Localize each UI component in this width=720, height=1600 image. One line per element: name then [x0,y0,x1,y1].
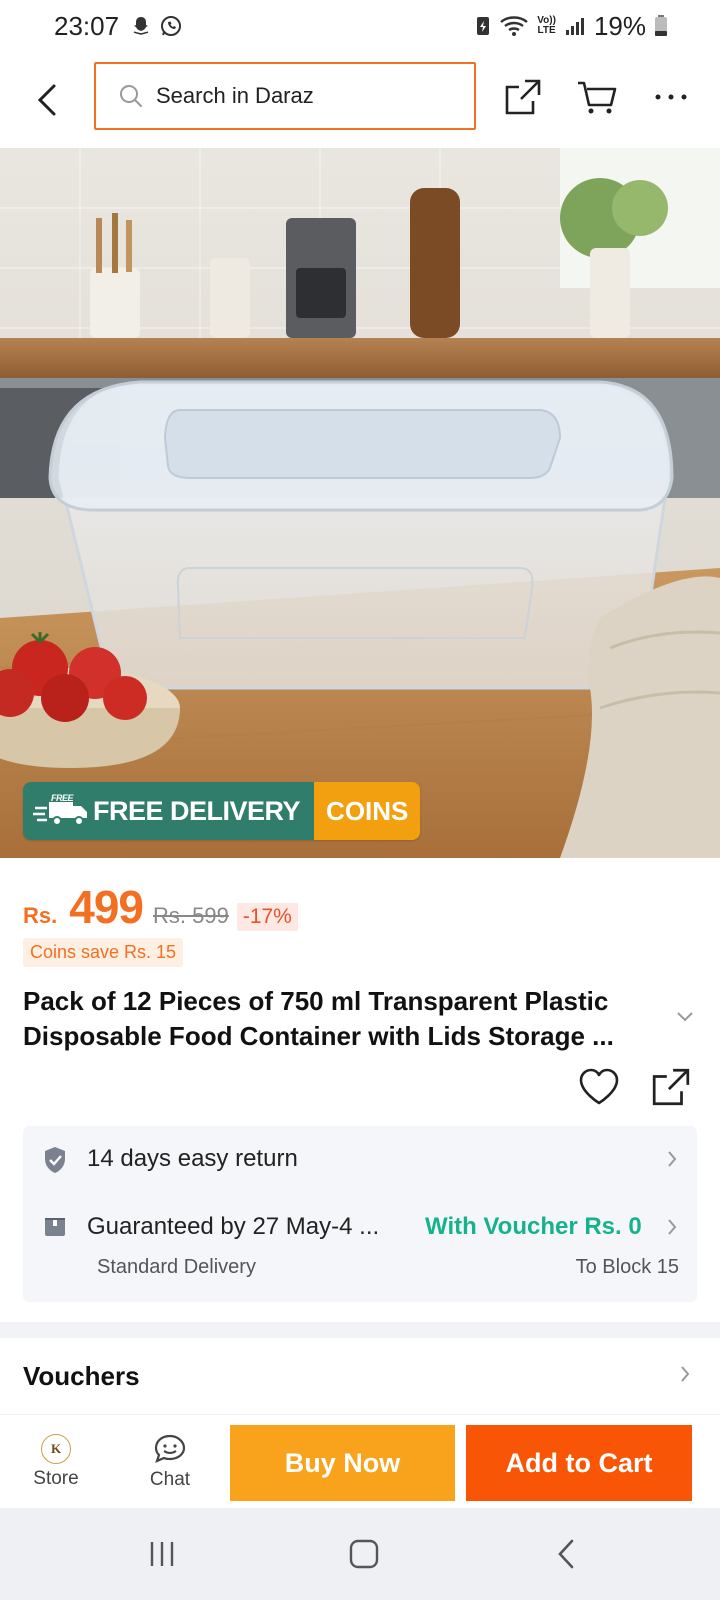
heart-icon [579,1068,619,1105]
cart-button[interactable] [572,72,622,122]
top-header: Search in Daraz [0,52,720,148]
free-delivery-label: FREE DELIVERY [93,795,301,826]
battery-saver-icon [475,14,491,38]
volte-icon: Vo)) LTE [537,15,556,36]
bottom-action-bar: K Store Chat Buy Now Add to Cart [0,1414,720,1508]
chat-icon [154,1434,186,1463]
system-back-button[interactable] [536,1534,596,1574]
snapchat-icon [129,14,153,38]
store-button[interactable]: K Store [20,1415,92,1509]
delivery-row[interactable]: Guaranteed by 27 May-4 ... With Voucher … [23,1194,697,1302]
recent-apps-button[interactable] [132,1534,192,1574]
add-to-cart-button[interactable]: Add to Cart [466,1425,692,1501]
return-policy-row[interactable]: 14 days easy return [23,1126,697,1194]
chevron-right-icon [667,1218,677,1241]
shield-check-icon [43,1146,67,1179]
delivery-type-text: Standard Delivery [97,1256,256,1278]
coins-save-badge: Coins save Rs. 15 [23,938,184,967]
chevron-right-icon [680,1365,690,1388]
search-placeholder: Search in Daraz [156,83,314,108]
product-photo [0,148,720,858]
back-button[interactable] [24,74,70,126]
product-title: Pack of 12 Pieces of 750 ml Transparent … [23,986,614,1051]
delivery-voucher-text: With Voucher Rs. 0 [425,1213,642,1240]
store-label: Store [33,1468,79,1489]
coins-badge: COINS [314,782,421,840]
recent-apps-icon [150,1542,174,1566]
free-delivery-badge: FREE FREE DELIVERY [23,782,315,840]
chevron-right-icon [667,1150,677,1173]
whatsapp-icon [159,14,183,38]
chat-label: Chat [149,1469,191,1490]
more-button[interactable] [646,72,696,122]
product-share-button[interactable] [650,1066,692,1113]
back-icon [37,84,56,116]
wishlist-button[interactable] [578,1068,620,1111]
expand-title-button[interactable] [676,1010,694,1028]
delivery-location-text: To Block 15 [575,1256,679,1278]
price-value: 499 [69,881,144,933]
product-image[interactable] [0,148,720,858]
signal-icon [564,15,586,37]
svg-text:FREE: FREE [51,794,75,803]
share-icon [652,1068,690,1106]
return-policy-text: 14 days easy return [87,1145,298,1172]
discount-badge: -17% [236,903,298,931]
section-divider [0,1322,720,1338]
service-card: 14 days easy return Guaranteed by 27 May… [23,1126,697,1302]
chat-button[interactable]: Chat [134,1415,206,1509]
price-row: Rs. 499 Rs. 599 -17% [23,880,298,934]
back-icon [558,1539,574,1569]
vouchers-row[interactable]: Vouchers [0,1338,720,1414]
price-currency: Rs. [23,903,58,928]
promo-badge: FREE FREE DELIVERY COINS [23,782,421,840]
store-logo-icon: K [41,1434,71,1464]
delivery-truck-icon: FREE [33,794,87,826]
battery-icon [654,14,668,38]
vouchers-label: Vouchers [23,1360,140,1391]
wifi-icon [499,14,529,38]
more-icon [655,94,687,100]
chevron-down-icon [677,1012,693,1022]
battery-percent: 19% [593,10,646,41]
share-button[interactable] [498,72,548,122]
home-button[interactable] [334,1534,394,1574]
home-icon [349,1539,379,1569]
buy-now-button[interactable]: Buy Now [230,1425,455,1501]
search-icon [120,85,142,107]
delivery-guarantee-text: Guaranteed by 27 May-4 ... [87,1213,380,1240]
status-time: 23:07 [54,10,120,41]
system-nav-bar [0,1508,720,1600]
original-price: Rs. 599 [153,903,229,928]
cart-icon [578,81,617,114]
delivery-box-icon [43,1214,67,1243]
status-bar: 23:07 Vo)) LTE 19% [0,0,720,52]
search-input[interactable]: Search in Daraz [94,62,476,130]
share-icon [505,79,541,115]
